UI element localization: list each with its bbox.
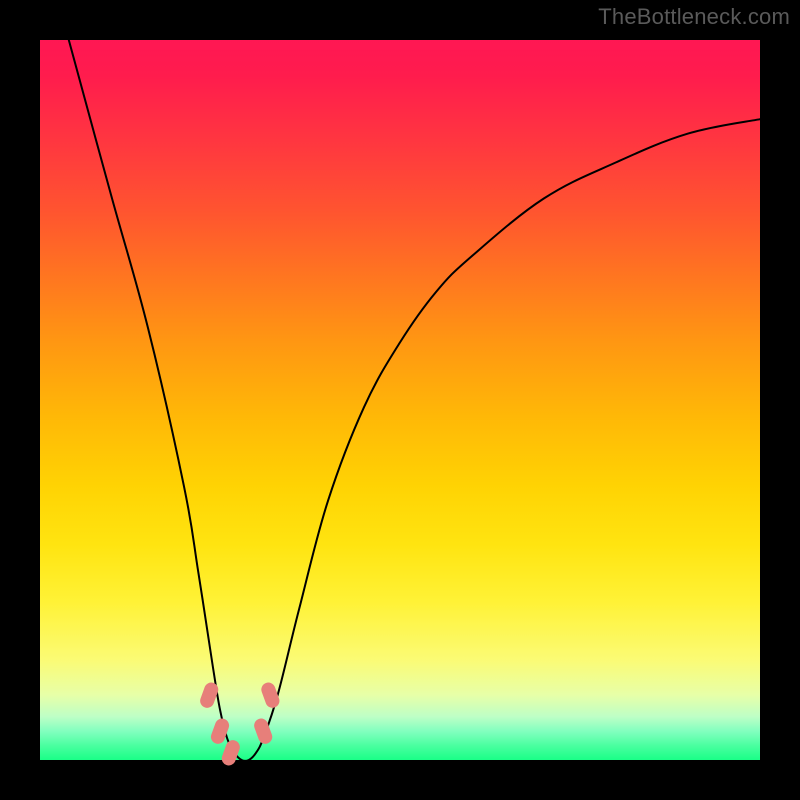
curve-svg [40, 40, 760, 760]
marker-dot [220, 738, 242, 767]
watermark-text: TheBottleneck.com [598, 4, 790, 30]
bottleneck-curve [69, 40, 760, 761]
chart-frame: TheBottleneck.com [0, 0, 800, 800]
marker-dot [252, 717, 274, 746]
plot-area [40, 40, 760, 760]
